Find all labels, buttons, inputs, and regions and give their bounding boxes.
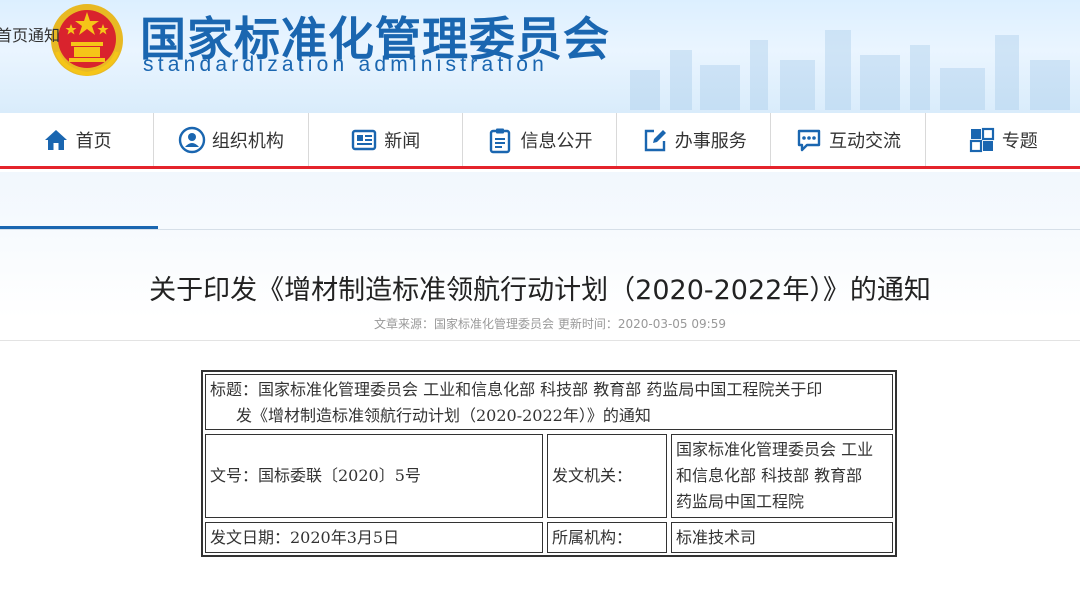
newspaper-icon	[352, 129, 377, 150]
user-circle-icon	[178, 126, 206, 153]
nav-item-home[interactable]: 首页	[0, 113, 155, 166]
nav-item-label: 互动交流	[829, 130, 902, 152]
info-dept-value: 标准技术司	[671, 522, 893, 553]
document-info-table: 标题：国家标准化管理委员会 工业和信息化部 科技部 教育部 药监局中国工程院关于…	[201, 370, 897, 557]
site-subtitle: standardization administration	[143, 53, 548, 76]
main-nav: 首页 组织机构 新闻 信息公开 办事服务 互动交流 专题	[0, 113, 1080, 169]
meta-divider	[0, 340, 1080, 341]
national-emblem-icon	[51, 4, 123, 77]
nav-item-info-disclosure[interactable]: 信息公开	[463, 113, 618, 166]
article-title: 关于印发《增材制造标准领航行动计划（2020-2022年）》的通知	[149, 275, 931, 306]
nav-item-label: 组织机构	[211, 130, 284, 152]
nav-item-label: 办事服务	[674, 130, 747, 152]
info-dept-label: 所属机构：	[547, 522, 667, 553]
site-header: 国家标准化管理委员会 standardization administratio…	[0, 0, 1080, 113]
breadcrumb-link[interactable]: 首页通知	[0, 22, 60, 46]
nav-item-topics[interactable]: 专题	[926, 113, 1080, 166]
info-title-line-2: 发《增材制造标准领航行动计划（2020-2022年）》的通知	[236, 406, 651, 425]
chat-icon	[797, 129, 821, 151]
info-issuer-line-1: 国家标准化管理委员会 工业	[676, 440, 874, 459]
nav-item-interaction[interactable]: 互动交流	[771, 113, 926, 166]
info-issue-date: 发文日期：2020年3月5日	[205, 522, 543, 553]
nav-item-organization[interactable]: 组织机构	[154, 113, 309, 166]
nav-item-label: 专题	[1001, 130, 1038, 152]
edit-icon	[644, 129, 666, 151]
nav-item-label: 信息公开	[520, 130, 593, 152]
info-doc-number: 文号：国标委联〔2020〕5号	[205, 434, 543, 518]
nav-item-label: 新闻	[384, 130, 421, 152]
skyline-decoration	[630, 30, 1070, 110]
home-icon	[44, 129, 67, 150]
breadcrumb-active-indicator	[0, 226, 158, 229]
info-title-cell: 标题：国家标准化管理委员会 工业和信息化部 科技部 教育部 药监局中国工程院关于…	[205, 374, 893, 430]
breadcrumb-bar	[0, 172, 1080, 230]
info-issuer-label: 发文机关：	[547, 434, 667, 518]
info-issuer-cell: 国家标准化管理委员会 工业 和信息化部 科技部 教育部 药监局中国工程院	[671, 434, 893, 518]
nav-item-services[interactable]: 办事服务	[617, 113, 772, 166]
info-issuer-line-3: 药监局中国工程院	[676, 492, 805, 511]
topic-grid-icon	[969, 127, 994, 152]
nav-item-label: 首页	[75, 130, 112, 152]
article-meta: 文章来源：国家标准化管理委员会 更新时间：2020-03-05 09:59	[374, 317, 726, 331]
info-issuer-line-2: 和信息化部 科技部 教育部	[676, 466, 863, 485]
nav-item-news[interactable]: 新闻	[309, 113, 463, 166]
info-title-line-1: 标题：国家标准化管理委员会 工业和信息化部 科技部 教育部 药监局中国工程院关于…	[210, 380, 823, 399]
clipboard-icon	[490, 128, 511, 153]
